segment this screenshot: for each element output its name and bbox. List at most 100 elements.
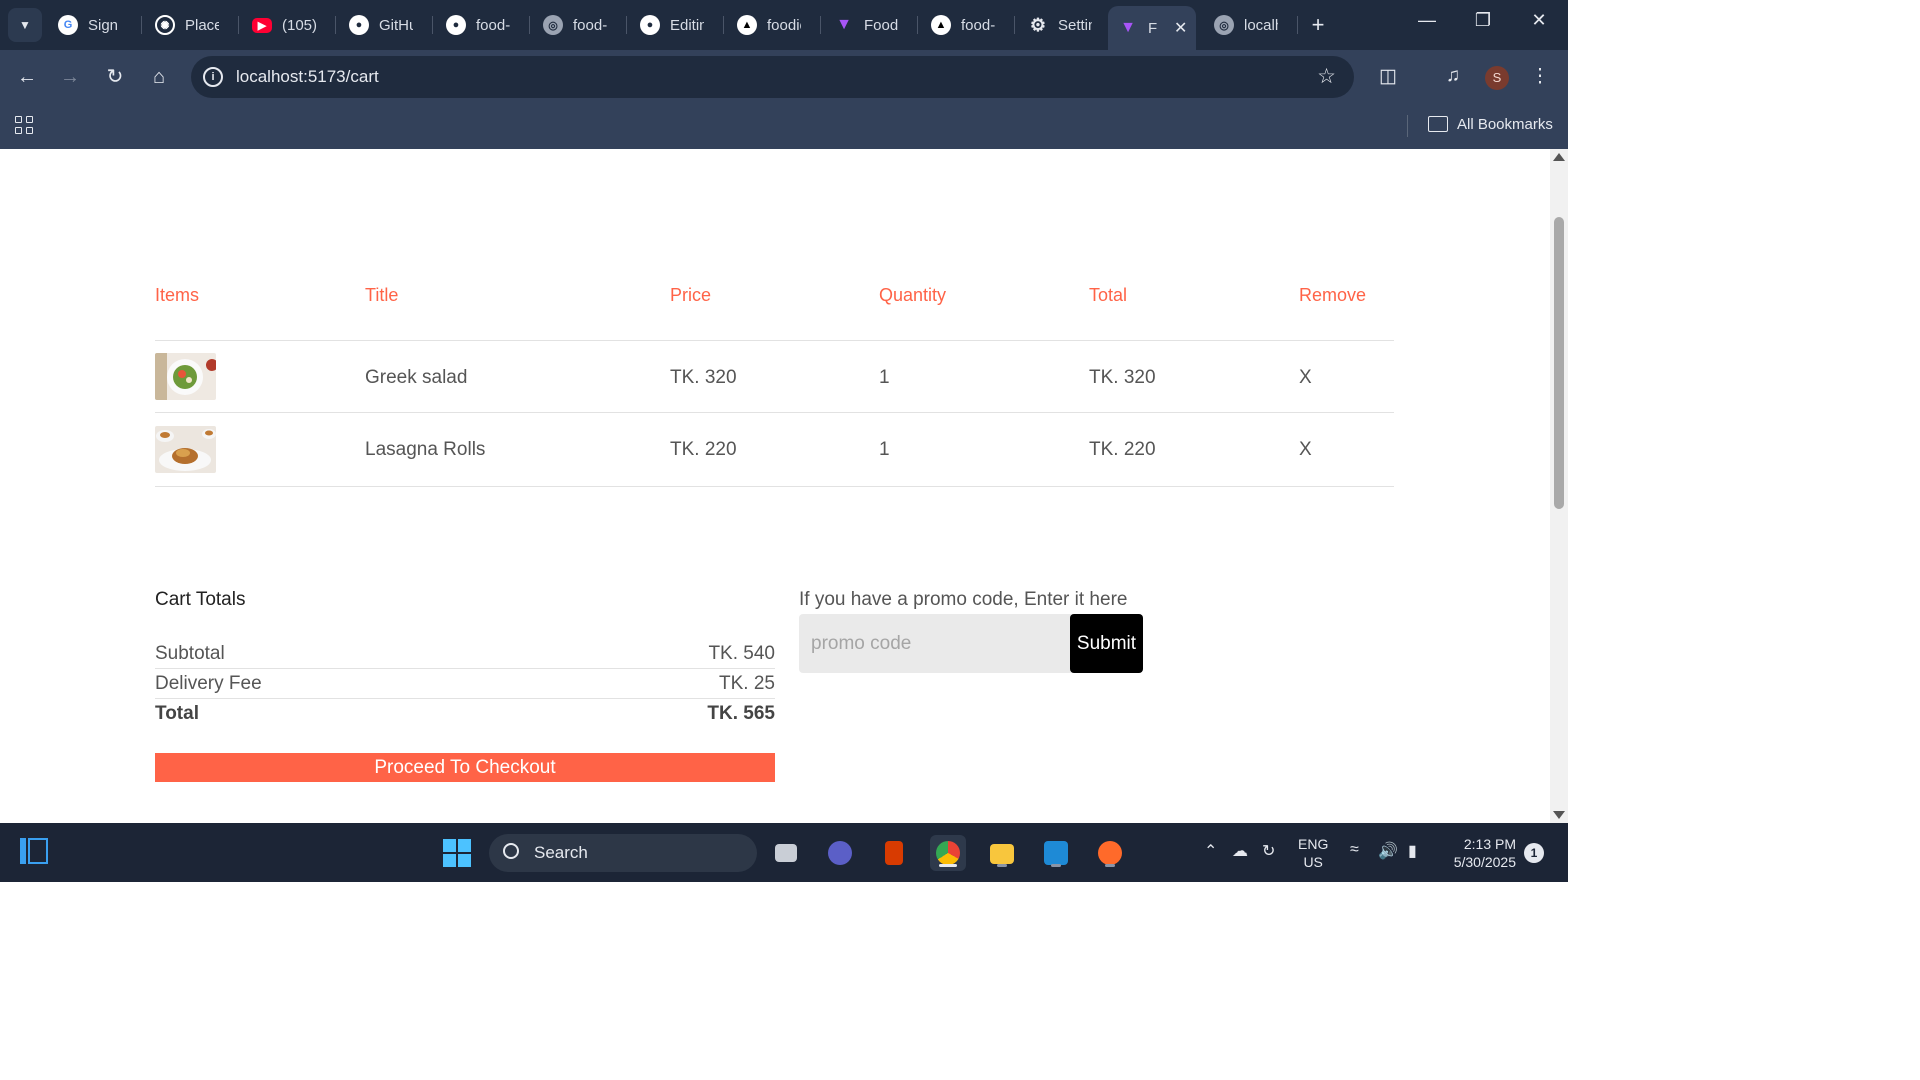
task-view-icon[interactable]	[769, 835, 805, 871]
running-indicator	[1051, 864, 1061, 867]
tab-editing[interactable]: ● Editing	[630, 6, 722, 44]
tab-divider	[1297, 16, 1298, 34]
promo-submit-button[interactable]: Submit	[1070, 614, 1143, 673]
divider	[155, 340, 1394, 341]
bookmark-star-icon[interactable]: ☆	[1317, 64, 1336, 89]
taskbar-search[interactable]: Search	[489, 834, 757, 872]
language-code: ENG	[1298, 836, 1329, 852]
new-tab-button[interactable]: +	[1306, 12, 1330, 38]
battery-icon[interactable]: ▮	[1408, 841, 1417, 861]
region-code: US	[1303, 854, 1323, 870]
scroll-up-arrow-icon[interactable]	[1553, 153, 1565, 161]
tab-foodi-vite[interactable]: ▼ Foodi	[824, 6, 916, 44]
item-title: Lasagna Rolls	[365, 439, 486, 460]
tab-sign-in[interactable]: G Sign in	[48, 6, 140, 44]
openai-icon: ✺	[155, 15, 175, 35]
header-remove: Remove	[1299, 285, 1367, 305]
header-price: Price	[670, 285, 712, 305]
volume-icon[interactable]: 🔊	[1378, 841, 1398, 861]
tab-localhost[interactable]: ◎ localh	[1204, 6, 1296, 44]
taskbar-search-label: Search	[534, 843, 588, 862]
remove-item-button[interactable]: X	[1299, 439, 1312, 461]
header-total: Total	[1089, 285, 1128, 305]
address-bar[interactable]: i localhost:5173/cart ☆	[191, 56, 1354, 98]
back-arrow-icon[interactable]: ←	[14, 64, 40, 90]
tab-food-globe[interactable]: ◎ food-	[533, 6, 625, 44]
profile-avatar[interactable]: S	[1485, 66, 1509, 90]
system-clock[interactable]: 2:13 PM 5/30/2025	[1444, 835, 1516, 871]
reload-icon[interactable]: ↻	[102, 64, 128, 90]
tab-divider	[917, 16, 918, 34]
divider	[155, 698, 775, 699]
kebab-menu-icon[interactable]: ⋮	[1527, 65, 1553, 88]
proceed-to-checkout-button[interactable]: Proceed To Checkout	[155, 753, 775, 782]
page-scrollbar[interactable]	[1550, 149, 1568, 823]
vite-icon: ▼	[836, 16, 852, 33]
minimize-icon[interactable]: —	[1407, 10, 1447, 31]
notification-badge[interactable]: 1	[1524, 843, 1544, 863]
subtotal-label: Subtotal	[155, 643, 225, 664]
item-image-lasagna-rolls	[155, 426, 216, 473]
running-indicator	[997, 864, 1007, 867]
extensions-icon[interactable]: ◫	[1375, 65, 1401, 88]
header-title: Title	[365, 285, 399, 305]
github-icon: ●	[446, 15, 466, 35]
chevron-down-icon: ▼	[19, 18, 31, 32]
tab-place[interactable]: ✺ Place	[145, 6, 237, 44]
restore-icon[interactable]: ❐	[1463, 10, 1503, 31]
address-url[interactable]: localhost:5173/cart	[236, 67, 379, 87]
sync-icon[interactable]: ↻	[1262, 841, 1275, 861]
windows-start-icon[interactable]	[443, 839, 471, 867]
vscode-icon[interactable]	[1038, 835, 1074, 871]
tab-settings[interactable]: ⚙ Settin	[1018, 6, 1110, 44]
globe-icon: ◎	[543, 15, 563, 35]
browser-toolbar: ← → ↻ ⌂ i localhost:5173/cart ☆ ◫ ♫ ⋮	[0, 50, 1568, 104]
forward-arrow-icon[interactable]: →	[57, 64, 83, 90]
tab-divider	[820, 16, 821, 34]
item-price: TK. 220	[670, 439, 737, 460]
item-quantity: 1	[879, 439, 890, 460]
office-icon[interactable]	[876, 835, 912, 871]
scroll-down-arrow-icon[interactable]	[1553, 811, 1565, 819]
language-indicator[interactable]: ENG US	[1298, 835, 1328, 871]
scrollbar-thumb[interactable]	[1554, 217, 1564, 509]
chrome-icon[interactable]	[930, 835, 966, 871]
media-controls-icon[interactable]: ♫	[1440, 65, 1466, 87]
item-price: TK. 320	[670, 367, 737, 388]
promo-code-form: Submit	[799, 614, 1143, 673]
onedrive-icon[interactable]: ☁	[1232, 841, 1248, 861]
promo-code-input[interactable]	[799, 614, 1071, 673]
pen-app-icon[interactable]	[1092, 835, 1128, 871]
tab-github-food[interactable]: ● food-	[436, 6, 528, 44]
tab-divider	[238, 16, 239, 34]
tab-food-vercel[interactable]: ▲ food-	[921, 6, 1013, 44]
running-indicator	[1105, 864, 1115, 867]
remove-item-button[interactable]: X	[1299, 367, 1312, 389]
close-window-icon[interactable]: ✕	[1519, 10, 1559, 31]
file-explorer-icon[interactable]	[984, 835, 1020, 871]
tab-search-button[interactable]: ▼	[8, 8, 42, 42]
header-items: Items	[155, 285, 200, 305]
tab-youtube[interactable]: ▶ (105)	[242, 6, 334, 44]
tab-github[interactable]: ● GitHub	[339, 6, 431, 44]
all-bookmarks-link[interactable]: All Bookmarks	[1457, 116, 1553, 133]
widgets-icon[interactable]	[20, 838, 48, 864]
tab-foodie-vercel[interactable]: ▲ foodie	[727, 6, 819, 44]
total-value: TK. 565	[707, 703, 775, 724]
close-tab-icon[interactable]: ✕	[1174, 18, 1187, 38]
site-info-icon[interactable]: i	[203, 67, 223, 87]
gear-icon: ⚙	[1029, 14, 1047, 35]
item-total: TK. 220	[1089, 439, 1156, 460]
total-label: Total	[155, 703, 199, 724]
apps-grid-icon[interactable]	[15, 116, 35, 136]
tab-active-cart[interactable]: ▼ F ✕	[1108, 6, 1196, 50]
teams-icon[interactable]	[822, 835, 858, 871]
wifi-icon[interactable]: ≈	[1350, 841, 1359, 859]
youtube-icon: ▶	[252, 17, 272, 33]
tab-divider	[723, 16, 724, 34]
home-icon[interactable]: ⌂	[146, 64, 172, 90]
cart-page: Items Title Price Quantity Total Remove …	[0, 149, 1550, 823]
chevron-up-icon[interactable]: ⌃	[1204, 841, 1217, 861]
vercel-icon: ▲	[931, 15, 951, 35]
folder-icon[interactable]	[1428, 116, 1448, 132]
